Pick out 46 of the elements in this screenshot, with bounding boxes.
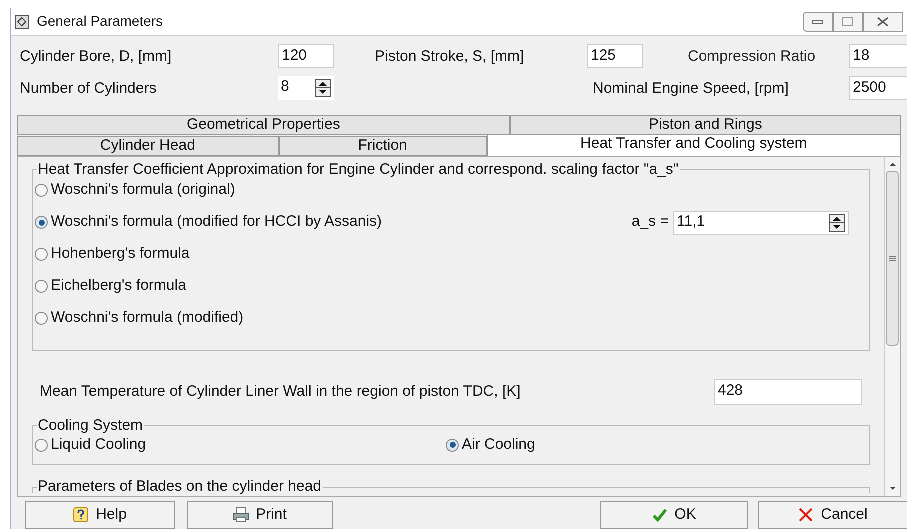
tab[interactable]: Friction (278, 136, 487, 156)
help-icon (73, 507, 90, 523)
ok-button[interactable]: OK (600, 501, 748, 529)
tab[interactable]: Cylinder Head (17, 136, 279, 156)
print-button[interactable]: Print (187, 501, 333, 529)
help-button[interactable]: Help (25, 501, 175, 529)
radio-button[interactable]: Woschni's formula (modified) (35, 307, 244, 330)
radio-button[interactable]: Eichelberg's formula (35, 275, 186, 298)
window-title: General Parameters (37, 12, 164, 31)
input-field[interactable]: 125 (587, 44, 643, 68)
minimize-icon (812, 18, 824, 24)
radio-button[interactable]: Hohenberg's formula (35, 243, 190, 266)
field-label: Compression Ratio (688, 48, 816, 64)
field-label: Piston Stroke, S, [mm] (375, 48, 524, 64)
input-field[interactable]: 18 (849, 44, 907, 68)
scrollbar-thumb[interactable] (886, 171, 899, 346)
input-field[interactable]: 428 (714, 379, 862, 405)
input-field[interactable]: 120 (278, 44, 334, 68)
field-label: Number of Cylinders (20, 80, 157, 96)
radio-button[interactable]: Woschni's formula (modified for HCCI by Assanis) (35, 211, 382, 234)
field-label: Mean Temperature of Cylinder Liner Wall in the region of piston TDC, [K] (40, 382, 521, 402)
radio-button[interactable]: Air Cooling (446, 434, 536, 456)
field-label: Cylinder Bore, D, [mm] (20, 48, 172, 64)
app-icon (15, 14, 29, 28)
tab[interactable]: Heat Transfer and Cooling system (486, 134, 901, 156)
close-icon (877, 16, 889, 26)
cancel-button[interactable]: Cancel (758, 501, 907, 529)
spin-field[interactable]: 11,1 (673, 210, 849, 234)
scale-factor-label: a_s = (632, 212, 669, 232)
spin-arrows-icon[interactable] (315, 79, 331, 97)
maximize-icon (842, 16, 854, 26)
input-field[interactable]: 2500 (849, 76, 907, 100)
input-field[interactable]: 8 (278, 76, 334, 100)
scrollbar[interactable] (884, 157, 900, 496)
minimize-button[interactable] (803, 12, 833, 32)
field-label: Nominal Engine Speed, [rpm] (593, 80, 789, 96)
close-icon (798, 507, 816, 523)
printer-icon (233, 507, 250, 523)
maximize-button[interactable] (833, 12, 863, 32)
tab[interactable]: Piston and Rings (510, 115, 901, 135)
spin-arrows-icon[interactable] (829, 214, 845, 232)
radio-button[interactable]: Woschni's formula (original) (35, 179, 236, 202)
close-button[interactable] (863, 12, 903, 32)
check-icon (652, 507, 669, 523)
tab[interactable]: Geometrical Properties (17, 115, 510, 135)
group-title: Parameters of Blades on the cylinder head (37, 478, 322, 495)
